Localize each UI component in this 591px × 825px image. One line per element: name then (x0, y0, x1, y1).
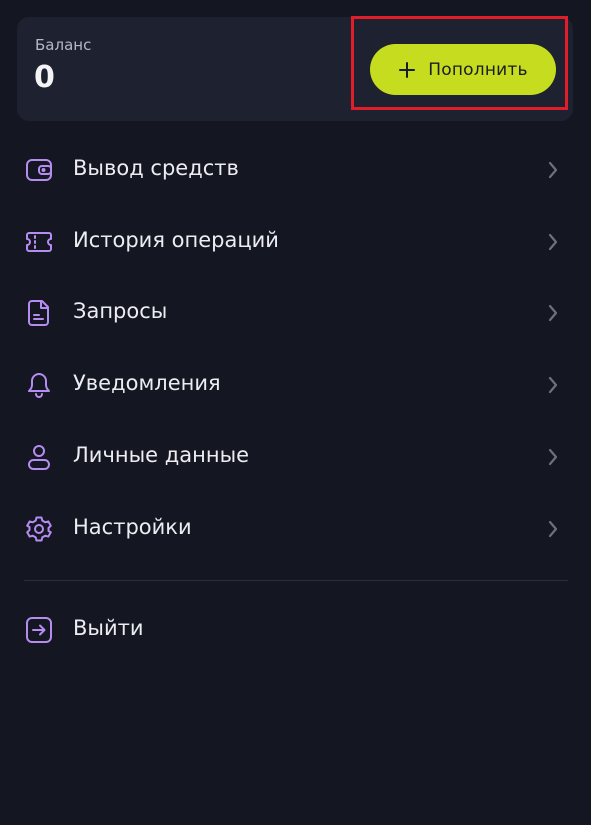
logout-icon (24, 615, 54, 645)
chevron-right-icon (545, 159, 561, 181)
logout-button[interactable]: Выйти (0, 600, 591, 660)
menu-item-label: Уведомления (73, 371, 221, 395)
chevron-right-icon (545, 518, 561, 540)
chevron-right-icon (545, 231, 561, 253)
menu-item-label: История операций (73, 228, 279, 252)
gear-icon (24, 514, 54, 544)
balance-label: Баланс (35, 36, 92, 54)
menu-item-label: Вывод средств (73, 156, 239, 180)
chevron-right-icon (545, 374, 561, 396)
chevron-right-icon (545, 446, 561, 468)
logout-label: Выйти (73, 616, 144, 640)
menu-item-requests[interactable]: Запросы (0, 283, 591, 343)
menu-item-label: Личные данные (73, 443, 250, 467)
bell-icon (24, 370, 54, 400)
menu-item-notifications[interactable]: Уведомления (0, 355, 591, 415)
menu-item-label: Настройки (73, 515, 192, 539)
chevron-right-icon (545, 302, 561, 324)
menu-item-label: Запросы (73, 299, 168, 323)
menu-item-settings[interactable]: Настройки (0, 499, 591, 559)
plus-icon (398, 61, 416, 79)
profile-screen: Баланс 0 Пополнить Вывод средств История… (0, 0, 591, 825)
menu-item-personal-data[interactable]: Личные данные (0, 427, 591, 487)
ticket-icon (24, 227, 54, 257)
divider (24, 580, 568, 581)
menu-item-history[interactable]: История операций (0, 212, 591, 272)
balance-value: 0 (34, 60, 55, 95)
menu-item-withdraw[interactable]: Вывод средств (0, 140, 591, 200)
document-icon (24, 298, 54, 328)
topup-button-label: Пополнить (428, 59, 528, 80)
user-icon (24, 442, 54, 472)
topup-button[interactable]: Пополнить (370, 44, 556, 95)
wallet-icon (24, 155, 54, 185)
